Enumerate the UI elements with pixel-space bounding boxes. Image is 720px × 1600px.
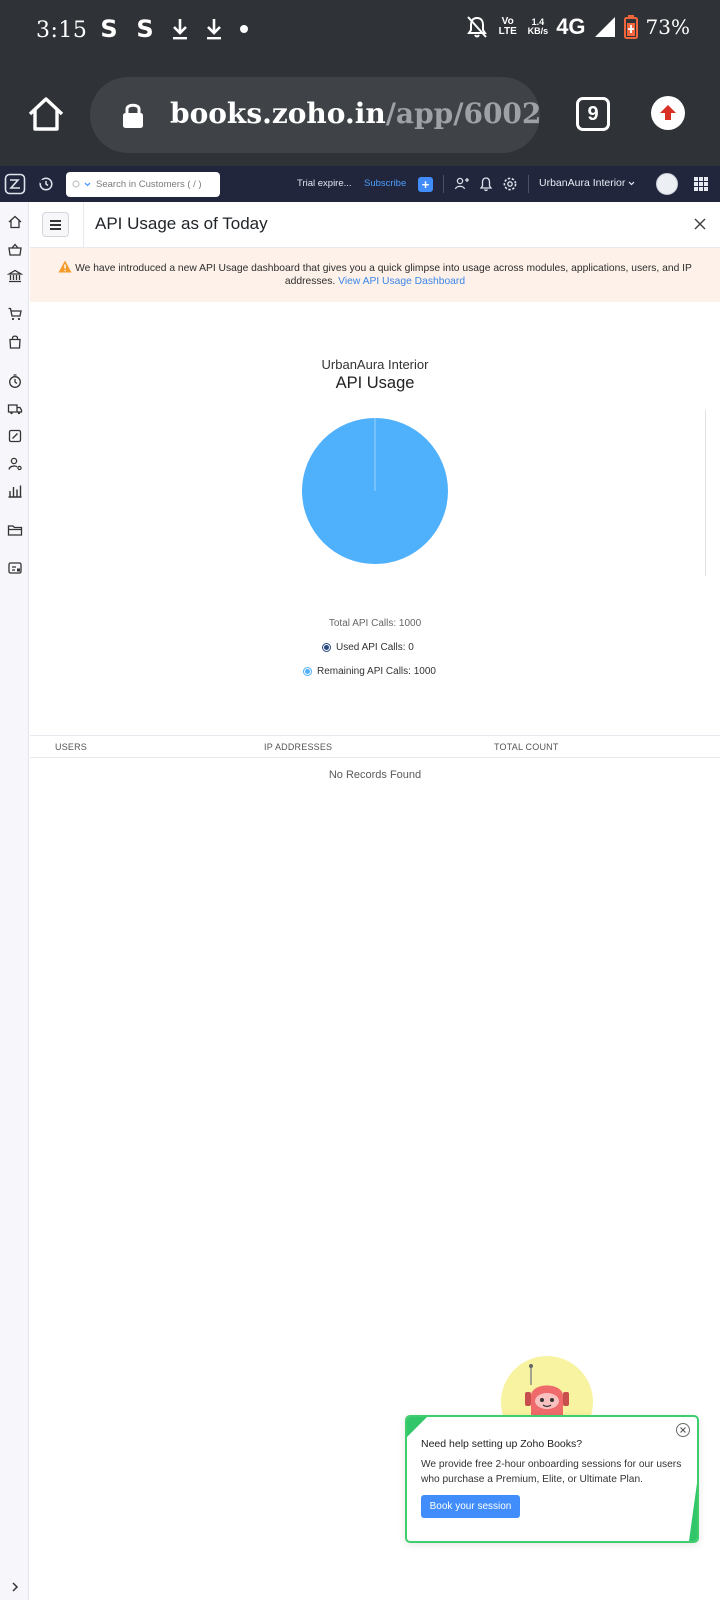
apps-icon[interactable] [7,560,23,576]
help-card-close-button[interactable] [676,1423,690,1437]
banner-line-2: addresses. View API Usage Dashboard [284,276,466,287]
warning-icon [58,260,72,273]
screen: 3:15 S S Vo LTE 1.4 KB/s 4G 73% books.zo… [0,0,720,1600]
delivery-icon[interactable] [7,401,23,417]
tab-switcher-button[interactable]: 9 [576,97,610,131]
gear-icon[interactable] [502,176,518,192]
signal-icon [594,17,615,37]
battery-percentage: 73% [645,15,690,39]
app-notification-icon: S [136,15,154,43]
chart-subtitle: UrbanAura Interior [321,357,429,372]
legend-marker [322,643,331,652]
refer-users-icon[interactable] [454,176,470,192]
update-button[interactable] [651,96,685,130]
main-content: API Usage as of Today We have introduced… [30,202,720,1600]
search-bar [66,172,220,197]
card-accent [689,1483,697,1541]
hamburger-menu-button[interactable] [42,212,69,237]
battery-icon [623,15,638,39]
volte-indicator: Vo LTE [498,16,517,37]
legend-item-remaining[interactable]: Remaining API Calls: 1000 [303,666,436,677]
url-text: books.zoho.in/app/60024 [170,97,540,130]
network-type: 4G [556,14,586,39]
browser-toolbar: books.zoho.in/app/60024 9 [0,64,720,166]
help-card-question: Need help setting up Zoho Books? [421,1438,583,1450]
quick-create-button[interactable]: + [418,177,433,192]
view-api-dashboard-link[interactable]: View API Usage Dashboard [338,276,465,287]
help-card-description: We provide free 2-hour onboarding sessio… [421,1459,682,1485]
address-bar[interactable]: books.zoho.in/app/60024 [90,77,540,153]
onboarding-help-card: Need help setting up Zoho Books? We prov… [405,1415,699,1543]
search-icon [71,180,80,188]
status-time: 3:15 [36,18,88,43]
info-banner: We have introduced a new API Usage dashb… [30,248,720,302]
lock-icon [123,103,143,128]
items-icon[interactable] [7,242,23,258]
status-bar: 3:15 S S Vo LTE 1.4 KB/s 4G 73% [0,0,720,64]
chevron-down-icon [84,182,90,187]
api-usage-pie-chart [302,418,448,564]
mute-bell-icon [466,16,487,38]
more-notifications-dot [240,25,248,33]
close-icon[interactable] [692,216,708,232]
app-top-nav: Trial expire... Subscribe + UrbanAura In… [0,166,720,202]
banking-icon[interactable] [7,268,23,284]
card-accent [407,1417,427,1437]
bell-icon[interactable] [478,176,494,192]
chart-title: API Usage [335,374,415,392]
search-input[interactable] [96,179,214,190]
column-header-ip-addresses[interactable]: IP ADDRESSES [264,742,332,752]
chevron-right-icon[interactable] [9,1581,21,1593]
arrow-up-icon [658,103,678,123]
book-session-button[interactable]: Book your session [421,1495,520,1518]
legend-item-used[interactable]: Used API Calls: 0 [322,642,414,653]
chart-scrollbar [705,410,706,576]
network-speed: 1.4 KB/s [527,17,549,36]
app-notification-icon: S [100,15,118,43]
banner-line-1: We have introduced a new API Usage dashb… [30,260,720,274]
download-icon [202,14,226,44]
reports-icon[interactable] [7,483,23,499]
total-api-calls-label: Total API Calls: 1000 [328,618,422,629]
accountant-icon[interactable] [7,428,23,444]
time-tracking-icon[interactable] [7,373,23,389]
sales-cart-icon[interactable] [7,306,23,322]
notification-icons: S S [96,14,248,44]
left-sidebar [0,202,29,1600]
column-header-total-count[interactable]: TOTAL COUNT [494,742,559,752]
table-header: USERS IP ADDRESSES TOTAL COUNT [30,735,720,758]
close-icon [680,1427,686,1433]
chevron-down-icon [628,181,635,186]
app-launcher-grid-icon[interactable] [694,177,708,191]
documents-icon[interactable] [7,522,23,538]
system-icons: Vo LTE 1.4 KB/s 4G 73% [466,14,690,40]
download-icon [168,14,192,44]
contacts-icon[interactable] [7,456,23,472]
robot-mascot-icon [501,1356,593,1418]
organization-switcher[interactable]: UrbanAura Interior [539,177,635,189]
column-header-users[interactable]: USERS [55,742,87,752]
trial-status: Trial expire... [297,178,352,189]
subscribe-link[interactable]: Subscribe [364,178,406,189]
home-icon[interactable] [26,94,66,134]
nav-divider [528,175,529,193]
search-module-dropdown[interactable] [66,172,96,197]
page-header: API Usage as of Today [30,202,720,248]
nav-divider [443,175,444,193]
zoho-books-logo-icon[interactable] [4,173,26,195]
legend-marker [303,667,312,676]
page-title: API Usage as of Today [95,214,268,233]
purchases-bag-icon[interactable] [7,334,23,350]
header-divider [83,202,84,248]
avatar[interactable] [656,173,678,195]
empty-state-text: No Records Found [328,769,422,781]
recent-history-icon[interactable] [38,176,54,192]
home-icon[interactable] [7,214,23,230]
